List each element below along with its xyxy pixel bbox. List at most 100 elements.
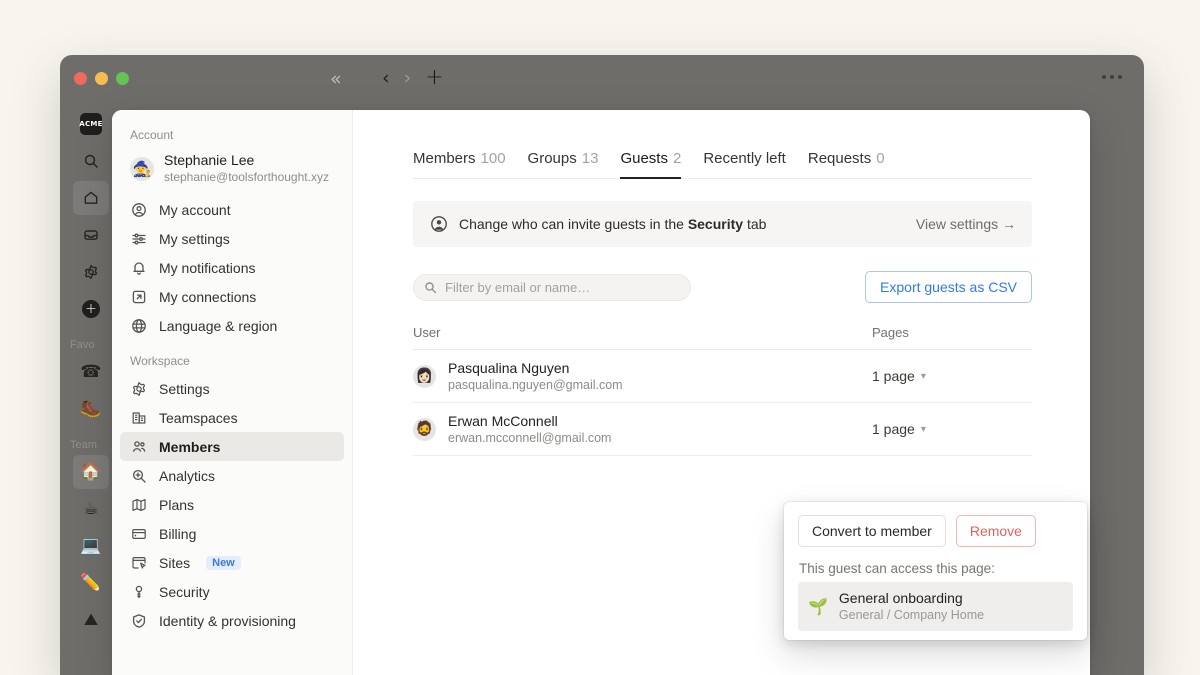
avatar: 🧔	[413, 418, 436, 441]
sliders-icon	[130, 230, 147, 247]
view-settings-link[interactable]: View settings →	[916, 216, 1016, 232]
seedling-icon: 🌱	[808, 597, 828, 616]
column-header-pages: Pages	[872, 325, 1032, 340]
export-guests-csv-button[interactable]: Export guests as CSV	[865, 271, 1032, 303]
table-row[interactable]: 🧔 Erwan McConnell erwan.mcconnell@gmail.…	[413, 403, 1032, 456]
shield-check-icon	[130, 612, 147, 629]
tab-count: 2	[673, 150, 681, 167]
menu-item-settings[interactable]: Settings	[120, 374, 344, 403]
row-user-name: Erwan McConnell	[448, 413, 611, 430]
tab-guests[interactable]: Guests2	[620, 150, 681, 178]
row-user-cell: 👩🏻 Pasqualina Nguyen pasqualina.nguyen@g…	[413, 360, 872, 393]
rail-teamspace-item[interactable]: ☕	[73, 492, 109, 526]
credit-card-icon	[130, 525, 147, 542]
menu-item-label: Analytics	[159, 468, 215, 484]
column-header-user: User	[413, 325, 872, 340]
menu-item-label: Billing	[159, 526, 196, 542]
popover-page-title: General onboarding	[839, 590, 984, 607]
menu-item-analytics[interactable]: Analytics	[120, 461, 344, 490]
house-icon: 🏠	[80, 462, 101, 482]
globe-icon	[130, 317, 147, 334]
rail-item-settings[interactable]	[73, 255, 109, 289]
row-pages-cell[interactable]: 1 page ▾	[872, 421, 1032, 437]
menu-item-plans[interactable]: Plans	[120, 490, 344, 519]
banner-text: Change who can invite guests in the Secu…	[459, 216, 916, 232]
menu-item-my-connections[interactable]: My connections	[120, 282, 344, 311]
menu-item-label: My settings	[159, 231, 230, 247]
minimize-window-button[interactable]	[95, 72, 108, 85]
collapse-sidebar-icon[interactable]: «	[330, 69, 340, 89]
arrow-up-right-box-icon	[130, 288, 147, 305]
more-options-icon[interactable]	[1102, 75, 1122, 79]
menu-item-security[interactable]: Security	[120, 577, 344, 606]
menu-item-label: Teamspaces	[159, 410, 238, 426]
row-user-email: erwan.mcconnell@gmail.com	[448, 430, 611, 446]
convert-to-member-button[interactable]: Convert to member	[798, 515, 946, 547]
menu-item-billing[interactable]: Billing	[120, 519, 344, 548]
account-row[interactable]: 🧙 Stephanie Lee stephanie@toolsforthough…	[120, 148, 344, 195]
bell-icon	[130, 259, 147, 276]
tab-requests[interactable]: Requests0	[808, 150, 885, 178]
rail-teamspace-item[interactable]: ⛰	[73, 603, 109, 637]
menu-item-label: Sites	[159, 555, 190, 571]
new-tab-icon[interactable]: +	[425, 67, 443, 89]
acme-logo-icon: ACME	[80, 113, 102, 135]
search-icon	[424, 281, 437, 294]
menu-item-sites[interactable]: Sites New	[120, 548, 344, 577]
table-row[interactable]: 👩🏻 Pasqualina Nguyen pasqualina.nguyen@g…	[413, 350, 1032, 403]
back-icon[interactable]: ‹	[382, 67, 390, 89]
popover-page-item[interactable]: 🌱 General onboarding General / Company H…	[798, 582, 1073, 631]
remove-guest-button[interactable]: Remove	[956, 515, 1036, 547]
gear-icon	[83, 264, 99, 280]
popover-actions: Convert to member Remove	[798, 515, 1073, 547]
row-pages-cell[interactable]: 1 page ▾	[872, 368, 1032, 384]
avatar: 🧙	[130, 157, 154, 181]
telephone-icon: ☎	[80, 362, 101, 382]
menu-item-my-settings[interactable]: My settings	[120, 224, 344, 253]
rail-teamspace-item[interactable]: ✏️	[73, 566, 109, 600]
building-icon	[130, 409, 147, 426]
row-user-email: pasqualina.nguyen@gmail.com	[448, 377, 623, 393]
close-window-button[interactable]	[74, 72, 87, 85]
rail-favorite-item[interactable]: 🥾	[73, 392, 109, 426]
rail-teamspace-item[interactable]: 💻	[73, 529, 109, 563]
menu-item-label: My connections	[159, 289, 256, 305]
workspace-logo[interactable]: ACME	[73, 107, 109, 141]
search-box[interactable]	[413, 274, 691, 301]
maximize-window-button[interactable]	[116, 72, 129, 85]
gear-icon	[130, 380, 147, 397]
inbox-icon	[83, 227, 99, 243]
menu-item-language-region[interactable]: Language & region	[120, 311, 344, 340]
forward-icon[interactable]: ›	[404, 67, 412, 89]
menu-section-account: Account	[120, 124, 344, 148]
people-icon	[130, 438, 147, 455]
rail-item-search[interactable]	[73, 144, 109, 178]
settings-menu: Account 🧙 Stephanie Lee stephanie@toolsf…	[112, 110, 353, 675]
rail-teamspace-item[interactable]: 🏠	[73, 455, 109, 489]
rail-item-new[interactable]: +	[73, 292, 109, 326]
menu-item-identity-provisioning[interactable]: Identity & provisioning	[120, 606, 344, 635]
tab-recently-left[interactable]: Recently left	[703, 150, 786, 178]
window-cursor-icon	[130, 554, 147, 571]
menu-item-my-notifications[interactable]: My notifications	[120, 253, 344, 282]
rail-favorite-item[interactable]: ☎	[73, 355, 109, 389]
popover-note: This guest can access this page:	[799, 561, 1073, 576]
tab-groups[interactable]: Groups13	[528, 150, 599, 178]
search-input[interactable]	[445, 280, 680, 295]
account-email: stephanie@toolsforthought.xyz	[164, 169, 329, 185]
menu-item-teamspaces[interactable]: Teamspaces	[120, 403, 344, 432]
tab-label: Members	[413, 150, 476, 167]
menu-item-my-account[interactable]: My account	[120, 195, 344, 224]
menu-item-members[interactable]: Members	[120, 432, 344, 461]
toolbar: Export guests as CSV	[413, 271, 1032, 303]
tab-members[interactable]: Members100	[413, 150, 506, 178]
mountain-icon: ⛰	[84, 610, 98, 630]
rail-item-inbox[interactable]	[73, 218, 109, 252]
rail-item-home[interactable]	[73, 181, 109, 215]
guest-invite-banner: Change who can invite guests in the Secu…	[413, 201, 1032, 247]
menu-item-label: Settings	[159, 381, 210, 397]
plus-circle-icon: +	[82, 300, 100, 318]
tab-count: 13	[582, 150, 599, 167]
home-icon	[83, 190, 99, 206]
search-icon	[83, 153, 99, 169]
